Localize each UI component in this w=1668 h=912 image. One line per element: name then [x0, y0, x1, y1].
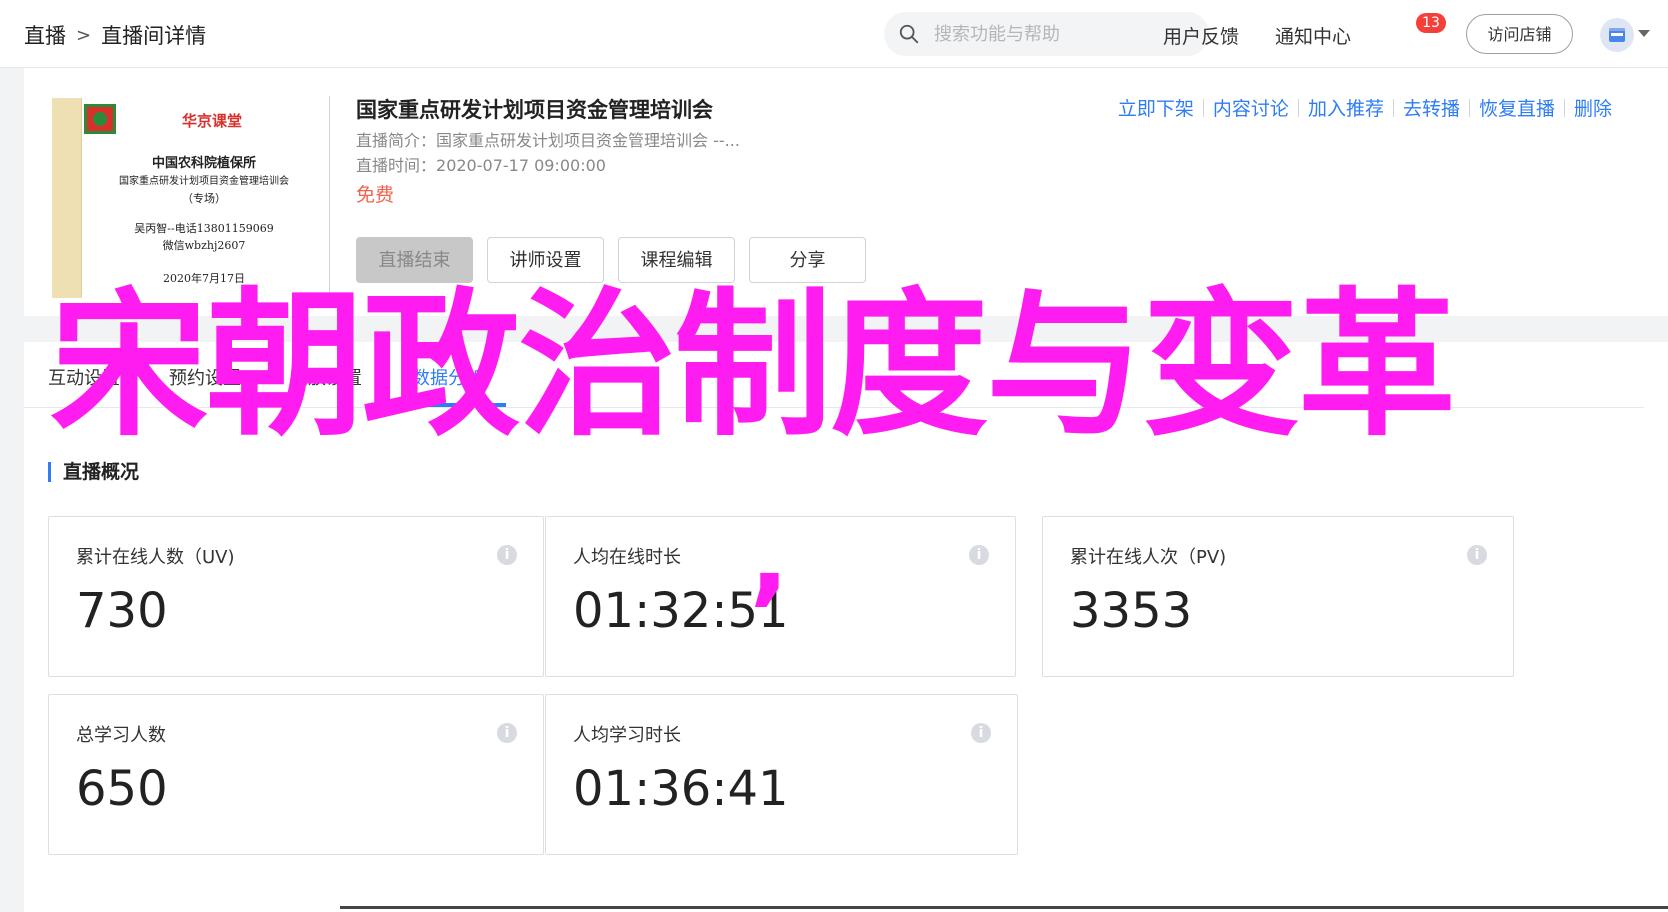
search-icon [899, 24, 919, 44]
breadcrumb: 直播 > 直播间详情 [24, 20, 206, 50]
course-intro: 直播简介：国家重点研发计划项目资金管理培训会 --... [356, 127, 740, 151]
notification-count-badge: 13 [1416, 13, 1446, 33]
stat-value: 730 [76, 583, 168, 639]
user-feedback-link[interactable]: 用户反馈 [1163, 22, 1239, 49]
divider [1468, 98, 1470, 117]
stat-label: 累计在线人次（PV) [1070, 547, 1227, 568]
info-icon[interactable]: i [969, 545, 989, 565]
avatar[interactable] [1600, 18, 1634, 52]
cover-brand: 华京课堂 [181, 112, 242, 130]
stat-card-pv: 累计在线人次（PV) 3353 i [1042, 516, 1514, 677]
cover-org: 中国农科院植保所 [151, 156, 256, 171]
stat-label: 人均学习时长 [573, 725, 681, 746]
overlay-comma: ’ [748, 551, 790, 679]
notification-center-link[interactable]: 通知中心 [1275, 22, 1351, 49]
divider [1392, 98, 1394, 117]
visit-store-button[interactable]: 访问店铺 [1466, 14, 1573, 54]
divider [1202, 98, 1204, 117]
overlay-title-text: 宋朝政治制度与变革 [50, 274, 1456, 458]
course-intro-label: 直播简介： [356, 131, 437, 150]
stat-value: 650 [76, 761, 168, 817]
cover-divider [329, 96, 330, 296]
delete-link[interactable]: 删除 [1574, 94, 1612, 121]
breadcrumb-item-detail: 直播间详情 [101, 24, 207, 48]
info-icon[interactable]: i [497, 545, 517, 565]
top-header: 直播 > 直播间详情 用户反馈 通知中心 13 访问店铺 [0, 0, 1668, 68]
take-down-link[interactable]: 立即下架 [1118, 94, 1194, 121]
search-input[interactable] [932, 22, 1192, 46]
cover-spine [52, 98, 82, 298]
breadcrumb-separator: > [76, 24, 92, 46]
cover-line1: 国家重点研发计划项目资金管理培训会 [119, 176, 289, 187]
stat-label: 累计在线人数（UV) [76, 547, 235, 568]
course-price: 免费 [356, 184, 395, 206]
info-icon[interactable]: i [971, 723, 991, 743]
stat-value: 3353 [1070, 583, 1193, 639]
add-recommend-link[interactable]: 加入推荐 [1308, 94, 1384, 121]
divider [1563, 98, 1565, 117]
search-box[interactable] [884, 12, 1209, 56]
cover-logo-icon [84, 104, 116, 134]
chevron-down-icon[interactable] [1638, 30, 1650, 37]
course-time-value: 2020-07-17 09:00:00 [436, 156, 606, 175]
info-icon[interactable]: i [497, 723, 517, 743]
rebroadcast-link[interactable]: 去转播 [1403, 94, 1460, 121]
stat-card-uv: 累计在线人数（UV) 730 i [48, 516, 544, 677]
overview-title: 直播概况 [48, 462, 139, 482]
course-cover-image: 华京课堂 中国农科院植保所 国家重点研发计划项目资金管理培训会 （专场） 吴丙智… [52, 98, 320, 298]
course-intro-text: 国家重点研发计划项目资金管理培训会 --... [436, 131, 740, 150]
course-actions: 立即下架 内容讨论 加入推荐 去转播 恢复直播 删除 [1118, 94, 1612, 121]
info-icon[interactable]: i [1467, 545, 1487, 565]
course-time-label: 直播时间： [356, 156, 437, 175]
course-time: 直播时间：2020-07-17 09:00:00 [356, 152, 606, 176]
cover-wechat: 微信wbzhj2607 [162, 239, 246, 252]
breadcrumb-item-live[interactable]: 直播 [24, 20, 66, 50]
stat-card-total-learners: 总学习人数 650 i [48, 694, 544, 855]
stat-label: 总学习人数 [76, 725, 166, 746]
cover-line2: （专场） [182, 192, 226, 205]
store-icon [1609, 28, 1625, 42]
stat-card-avg-learning: 人均学习时长 01:36:41 i [545, 694, 1018, 855]
resume-live-link[interactable]: 恢复直播 [1479, 94, 1555, 121]
stat-label: 人均在线时长 [573, 547, 681, 568]
cover-contact: 吴丙智--电话13801159069 [134, 222, 274, 235]
course-title: 国家重点研发计划项目资金管理培训会 [356, 98, 713, 122]
main-card: 华京课堂 中国农科院植保所 国家重点研发计划项目资金管理培训会 （专场） 吴丙智… [24, 68, 1668, 912]
bottom-edge-line [340, 906, 1668, 909]
divider [1297, 98, 1299, 117]
stat-value: 01:36:41 [573, 761, 789, 817]
content-discussion-link[interactable]: 内容讨论 [1213, 94, 1289, 121]
